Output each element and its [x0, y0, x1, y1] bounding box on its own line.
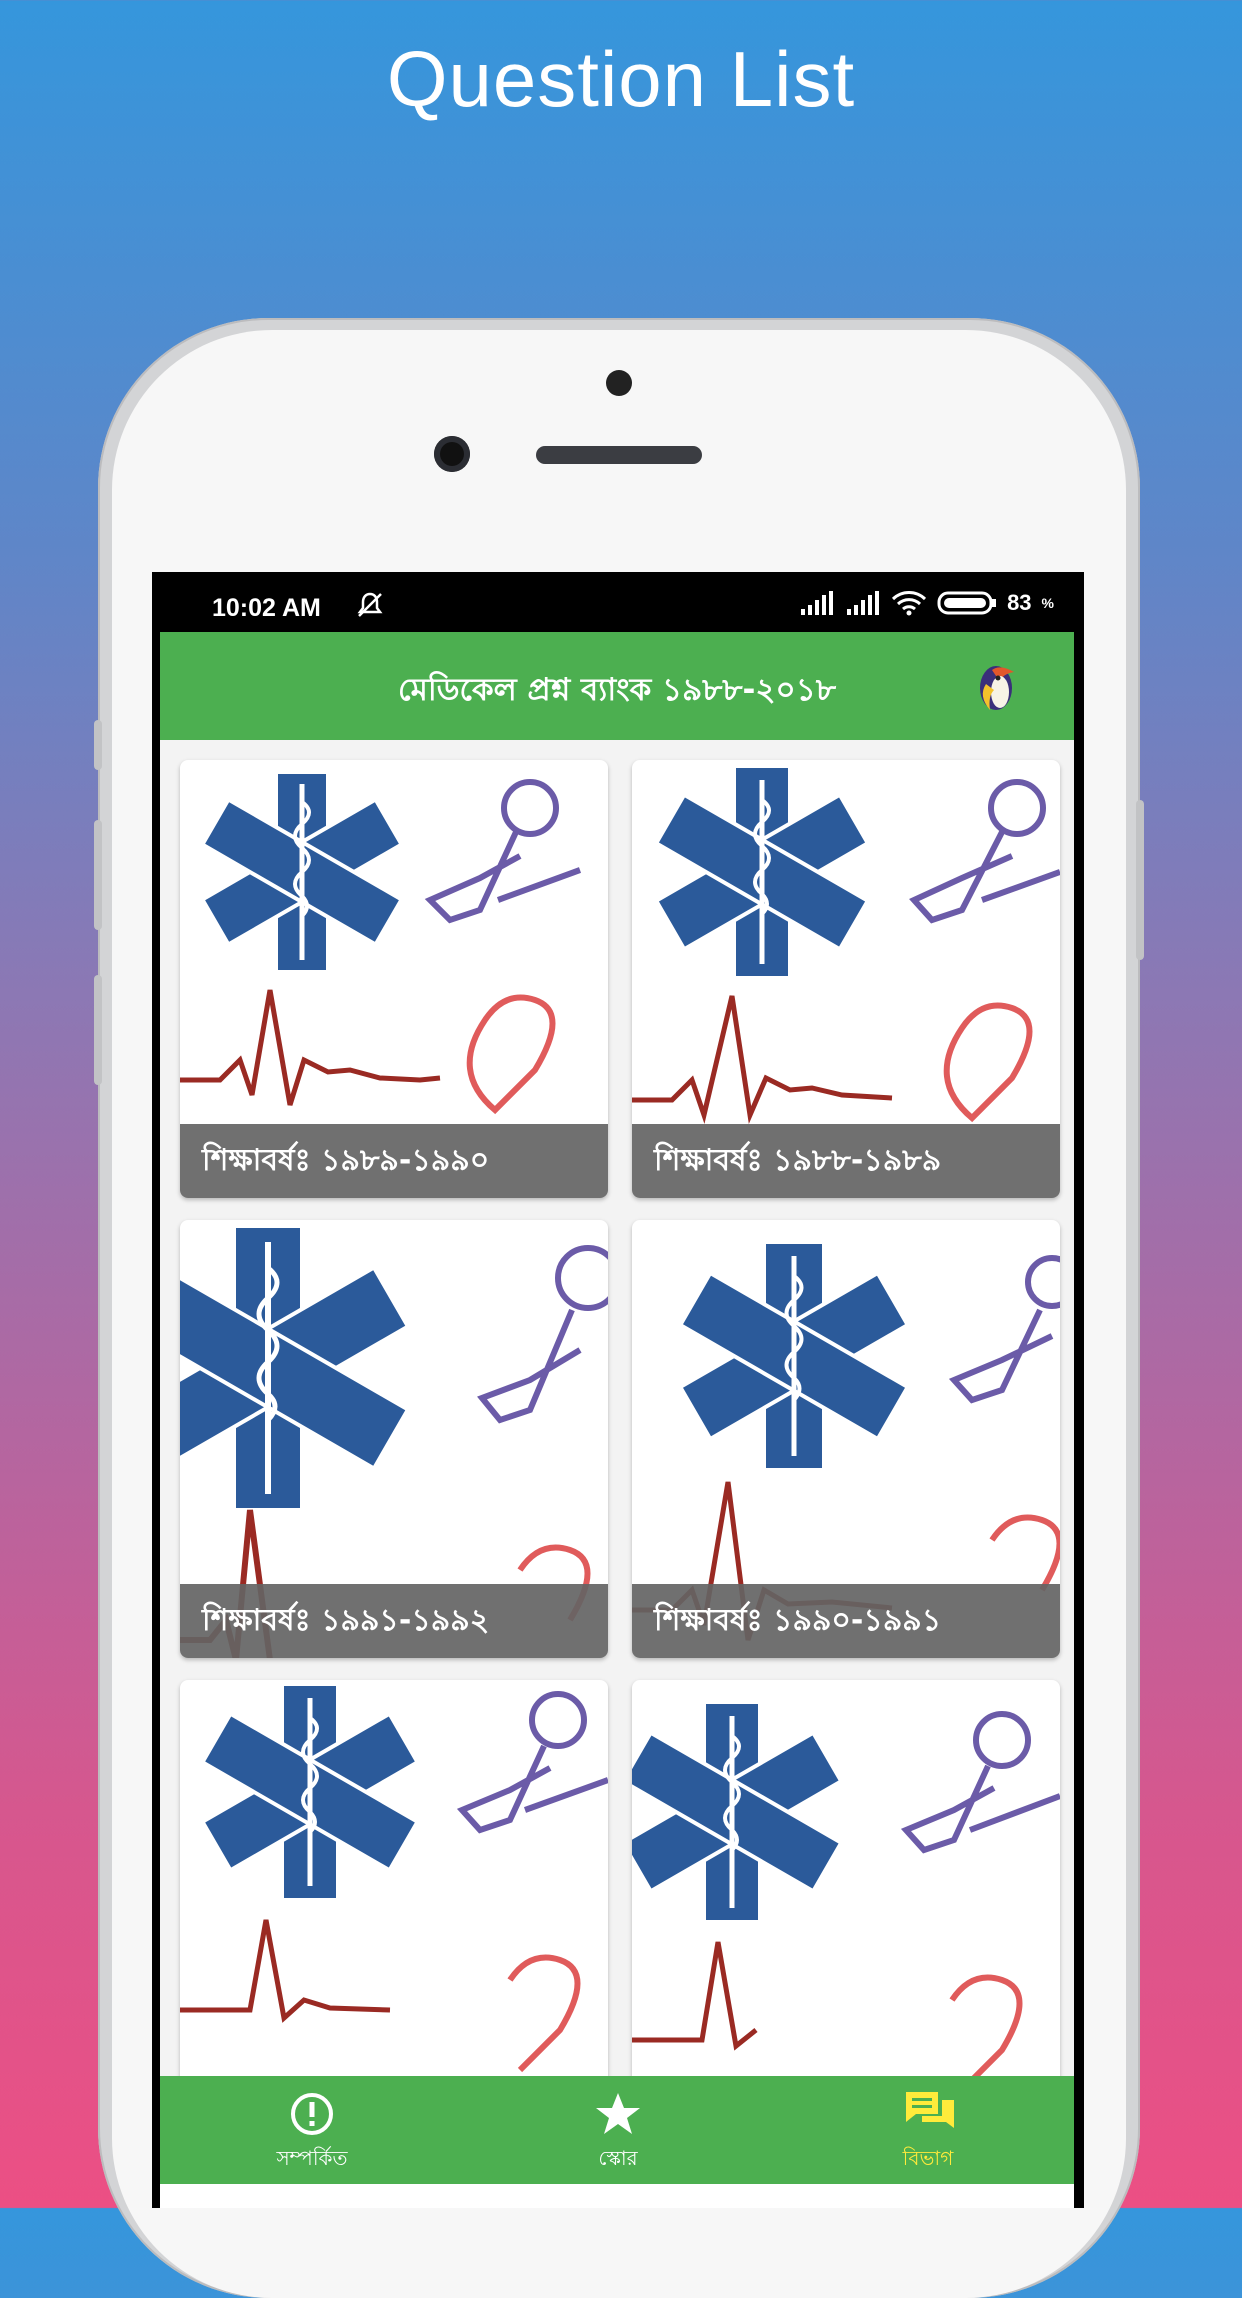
card-label: শিক্ষাবর্ষঃ ১৯৯০-১৯৯১ [632, 1584, 1060, 1658]
medical-illustration [180, 1682, 608, 2073]
year-card[interactable] [180, 1680, 608, 2118]
wifi-icon [892, 591, 927, 616]
nav-about[interactable]: সম্পর্কিত [212, 2076, 412, 2184]
signal-icon [801, 591, 834, 615]
front-camera [434, 436, 470, 472]
app-title: মেডিকেল প্রশ্ন ব্যাংক ১৯৮৮-২০১৮ [398, 672, 836, 708]
status-bar: 10:02 AM 83% [152, 572, 1084, 634]
card-label: শিক্ষাবর্ষঃ ১৯৮৮-১৯৮৯ [632, 1124, 1060, 1198]
earpiece-speaker [536, 446, 702, 464]
year-card[interactable]: শিক্ষাবর্ষঃ ১৯৯০-১৯৯১ [632, 1220, 1060, 1658]
nav-score[interactable]: স্কোর [518, 2076, 718, 2184]
card-label: শিক্ষাবর্ষঃ ১৯৯১-১৯৯২ [180, 1584, 608, 1658]
info-icon [291, 2093, 333, 2135]
year-card[interactable]: শিক্ষাবর্ষঃ ১৯৮৯-১৯৯০ [180, 760, 608, 1198]
chat-icon [906, 2092, 954, 2128]
promo-headline: Question List [386, 35, 856, 123]
nav-category-label: বিভাগ [902, 2146, 954, 2170]
app-bar: মেডিকেল প্রশ্ন ব্যাংক ১৯৮৮-২০১৮ [160, 632, 1074, 740]
card-label: শিক্ষাবর্ষঃ ১৯৮৯-১৯৯০ [180, 1124, 608, 1198]
nav-category[interactable]: বিভাগ [828, 2076, 1028, 2184]
year-card[interactable]: শিক্ষাবর্ষঃ ১৯৮৮-১৯৮৯ [632, 760, 1060, 1198]
mute-bell-icon [355, 590, 385, 627]
year-card[interactable]: শিক্ষাবর্ষঃ ১৯৯১-১৯৯২ [180, 1220, 608, 1658]
proximity-sensor [606, 370, 632, 396]
nav-score-label: স্কোর [598, 2146, 638, 2170]
medical-illustration [632, 1700, 1060, 2093]
battery-icon [937, 591, 997, 615]
phone-screen: 10:02 AM 83% মেডিকেল প্রশ্ন ব্যাংক ১৯৮৮-… [152, 572, 1084, 2208]
status-time: 10:02 AM [212, 594, 321, 622]
bottom-navigation: সম্পর্কিত স্কোর বিভাগ [160, 2076, 1074, 2184]
nav-about-label: সম্পর্কিত [276, 2146, 348, 2170]
system-navigation-bar [160, 2184, 1074, 2208]
year-card[interactable] [632, 1680, 1060, 2118]
battery-percent: 83 [1007, 590, 1032, 615]
star-icon [596, 2093, 640, 2134]
app-window: মেডিকেল প্রশ্ন ব্যাংক ১৯৮৮-২০১৮ শিক্ষাবর… [160, 632, 1074, 2208]
app-logo-icon[interactable] [970, 658, 1026, 714]
signal-icon-2 [847, 591, 880, 615]
